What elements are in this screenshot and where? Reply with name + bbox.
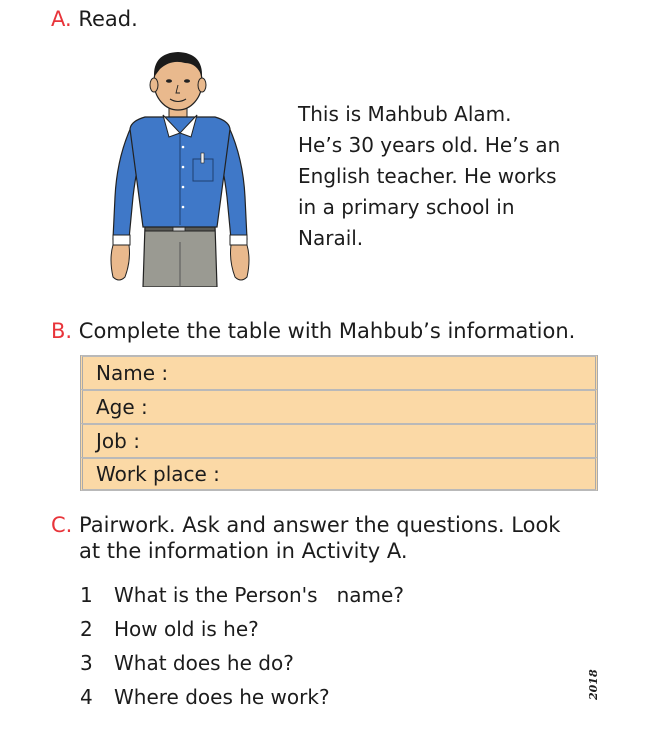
list-item: 3 What does he do? [80,646,404,680]
section-a-letter: A. [51,7,72,31]
section-a-heading: A. Read. [51,6,138,32]
section-a-title: Read. [78,7,138,31]
section-c-heading: C. Pairwork. Ask and answer the question… [51,512,560,564]
list-item: 4 Where does he work? [80,680,404,714]
question-text: Where does he work? [114,685,330,709]
question-text: What does he do? [114,651,294,675]
reading-passage: This is Mahbub Alam. He’s 30 years old. … [298,99,618,254]
question-number: 2 [80,617,93,641]
table-row-work-place[interactable]: Work place : [80,457,598,491]
question-text: How old is he? [114,617,259,641]
question-text: What is the Person's name? [114,583,404,607]
table-row-job[interactable]: Job : [80,423,598,457]
table-row-name[interactable]: Name : [80,355,598,389]
passage-line: Narail. [298,226,364,250]
section-b-title: Complete the table with Mahbub’s informa… [78,319,576,343]
question-list: 1 What is the Person's name? 2 How old i… [80,578,404,714]
passage-line: in a primary school in [298,195,515,219]
section-c-letter: C. [51,513,73,537]
list-item: 2 How old is he? [80,612,404,646]
section-b-letter: B. [51,319,73,343]
section-c-title-line2: at the information in Activity A. [79,539,408,563]
list-item: 1 What is the Person's name? [80,578,404,612]
info-table: Name : Age : Job : Work place : [80,355,598,491]
question-number: 1 [80,583,93,607]
year-stamp: 2018 [587,669,600,700]
question-number: 4 [80,685,93,709]
section-b-heading: B. Complete the table with Mahbub’s info… [51,318,575,344]
table-row-age[interactable]: Age : [80,389,598,423]
teacher-illustration [110,52,250,287]
passage-line: He’s 30 years old. He’s an [298,133,561,157]
section-c-title-line1: Pairwork. Ask and answer the questions. … [79,513,561,537]
question-number: 3 [80,651,93,675]
passage-line: This is Mahbub Alam. [298,102,512,126]
passage-line: English teacher. He works [298,164,557,188]
